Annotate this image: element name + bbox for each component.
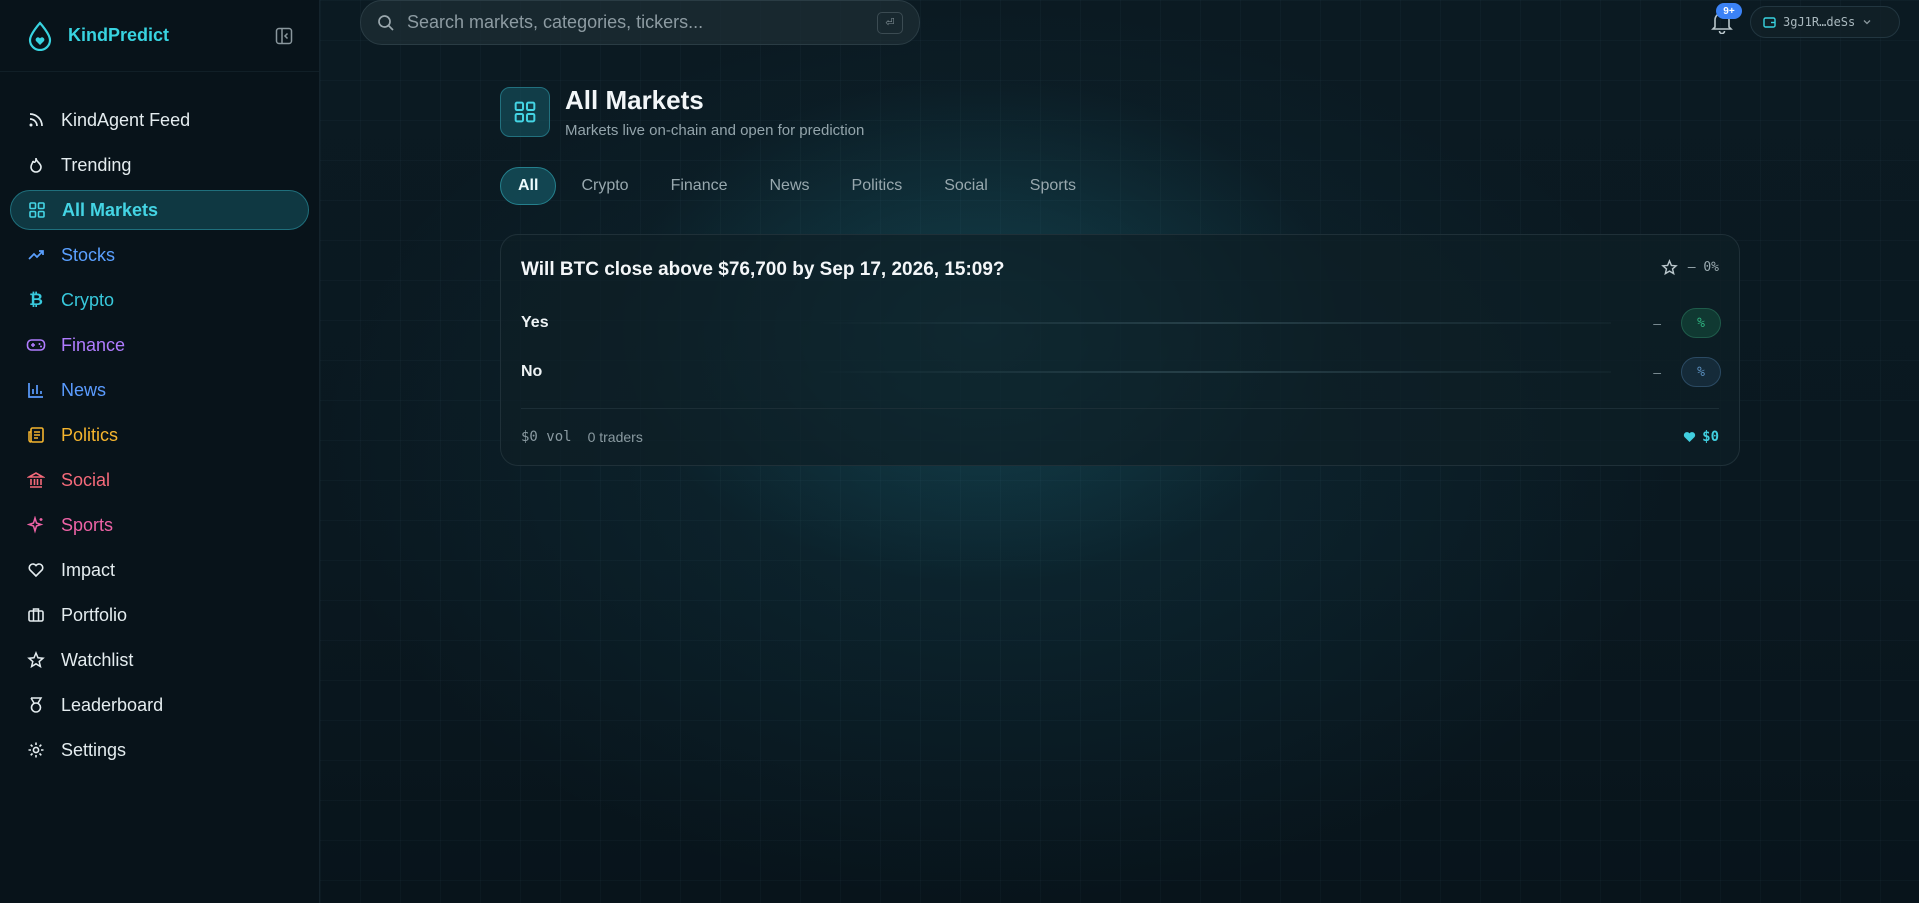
outcome-label: No <box>521 363 543 380</box>
buy-yes-button[interactable]: % <box>1681 308 1721 338</box>
sidebar-item-sports[interactable]: Sports <box>10 505 309 545</box>
wallet-button[interactable]: 3gJ1R…deSs <box>1750 6 1900 38</box>
sidebar-item-label: Crypto <box>61 289 115 310</box>
sidebar-item-label: Stocks <box>61 244 116 265</box>
sidebar-collapse-icon[interactable] <box>275 27 293 45</box>
keyboard-shortcut-hint: ⏎ <box>877 11 903 34</box>
sidebar-item-social[interactable]: Social <box>10 460 309 500</box>
sidebar-item-label: Finance <box>61 334 126 355</box>
flame-icon <box>26 155 46 175</box>
heart-icon <box>1684 432 1696 443</box>
price-change: — 0% <box>1687 260 1719 275</box>
star-icon <box>26 650 46 670</box>
search-icon <box>378 14 394 31</box>
outcome-row-no[interactable]: No – % <box>521 356 1721 388</box>
market-volume: $0 vol <box>521 429 572 445</box>
sidebar-item-label: KindAgent Feed <box>61 109 191 130</box>
tab-crypto[interactable]: Crypto <box>564 167 645 205</box>
newspaper-icon <box>26 425 46 445</box>
medal-icon <box>26 695 46 715</box>
sidebar-item-impact[interactable]: Impact <box>10 550 309 590</box>
gamepad-icon <box>26 335 46 355</box>
market-card-actions: — 0% <box>1660 259 1719 276</box>
tab-news[interactable]: News <box>753 167 827 205</box>
impact-value: $0 <box>1702 429 1719 445</box>
sidebar-item-trending[interactable]: Trending <box>10 145 309 185</box>
gear-icon <box>26 740 46 760</box>
tab-social[interactable]: Social <box>927 167 1005 205</box>
sidebar-nav: KindAgent Feed Trending All Markets Stoc… <box>0 72 319 770</box>
sidebar-item-all-markets[interactable]: All Markets <box>10 190 309 230</box>
bitcoin-icon: ₿ <box>29 290 43 309</box>
wallet-icon <box>1763 17 1776 28</box>
sidebar-item-politics[interactable]: Politics <box>10 415 309 455</box>
sidebar-item-crypto[interactable]: ₿ Crypto <box>10 280 309 320</box>
grid-icon <box>500 87 550 137</box>
sidebar-item-kindagent-feed[interactable]: KindAgent Feed <box>10 100 309 140</box>
outcome-bar <box>811 322 1611 324</box>
sidebar-item-label: Watchlist <box>61 649 134 670</box>
outcome-row-yes[interactable]: Yes – % <box>521 307 1721 339</box>
grid-icon <box>27 200 47 220</box>
sidebar-item-news[interactable]: News <box>10 370 309 410</box>
market-card[interactable]: Will BTC close above $76,700 by Sep 17, … <box>500 234 1740 466</box>
sidebar-item-label: Politics <box>61 424 119 445</box>
sidebar-item-leaderboard[interactable]: Leaderboard <box>10 685 309 725</box>
notification-badge: 9+ <box>1716 3 1742 19</box>
sidebar-item-label: Settings <box>61 739 127 760</box>
sidebar-item-label: Sports <box>61 514 114 535</box>
landmark-icon <box>26 470 46 490</box>
tab-politics[interactable]: Politics <box>835 167 920 205</box>
sidebar-item-settings[interactable]: Settings <box>10 730 309 770</box>
impact-amount: $0 <box>1683 429 1719 445</box>
droplet-logo-icon <box>28 20 52 51</box>
heart-icon <box>26 560 46 580</box>
bar-chart-icon <box>26 380 46 400</box>
page-header-text: All Markets Markets live on-chain and op… <box>565 85 864 139</box>
sidebar-item-label: Impact <box>61 559 116 580</box>
outcome-value: – <box>1653 315 1661 331</box>
rss-icon <box>26 110 46 130</box>
app-name: KindPredict <box>68 25 170 45</box>
sidebar-item-stocks[interactable]: Stocks <box>10 235 309 275</box>
sidebar-item-watchlist[interactable]: Watchlist <box>10 640 309 680</box>
category-tabs: All Crypto Finance News Politics Social … <box>500 167 1101 205</box>
search-input[interactable] <box>407 12 877 33</box>
wallet-address: 3gJ1R…deSs <box>1783 15 1856 29</box>
page-header: All Markets Markets live on-chain and op… <box>500 85 864 139</box>
market-question: Will BTC close above $76,700 by Sep 17, … <box>521 259 1005 280</box>
sidebar-item-label: Trending <box>61 154 132 175</box>
page-title: All Markets <box>565 85 704 115</box>
sidebar-item-label: All Markets <box>62 199 159 220</box>
sidebar-item-label: Social <box>61 469 111 490</box>
market-stats: $0 vol 0 traders <box>521 429 643 445</box>
tab-all[interactable]: All <box>500 167 557 205</box>
outcome-label: Yes <box>521 314 549 331</box>
briefcase-icon <box>26 605 46 625</box>
tab-finance[interactable]: Finance <box>654 167 745 205</box>
card-divider <box>521 408 1719 409</box>
sidebar-item-label: News <box>61 379 107 400</box>
outcome-value: – <box>1653 364 1661 380</box>
sparkles-icon <box>26 515 46 535</box>
trending-up-icon <box>26 245 46 265</box>
search-bar[interactable]: ⏎ <box>360 0 920 45</box>
chevron-down-icon <box>1863 20 1871 25</box>
outcome-bar <box>811 371 1611 373</box>
sidebar-item-portfolio[interactable]: Portfolio <box>10 595 309 635</box>
page-subtitle: Markets live on-chain and open for predi… <box>565 122 865 139</box>
sidebar-item-label: Leaderboard <box>61 694 164 715</box>
sidebar-item-label: Portfolio <box>61 604 128 625</box>
market-traders: 0 traders <box>587 429 643 445</box>
brand: KindPredict <box>0 0 319 72</box>
sidebar-item-finance[interactable]: Finance <box>10 325 309 365</box>
buy-no-button[interactable]: % <box>1681 357 1721 387</box>
watchlist-star-icon[interactable] <box>1660 259 1678 276</box>
tab-sports[interactable]: Sports <box>1013 167 1093 205</box>
sidebar: KindPredict KindAgent Feed Trending All … <box>0 0 320 903</box>
